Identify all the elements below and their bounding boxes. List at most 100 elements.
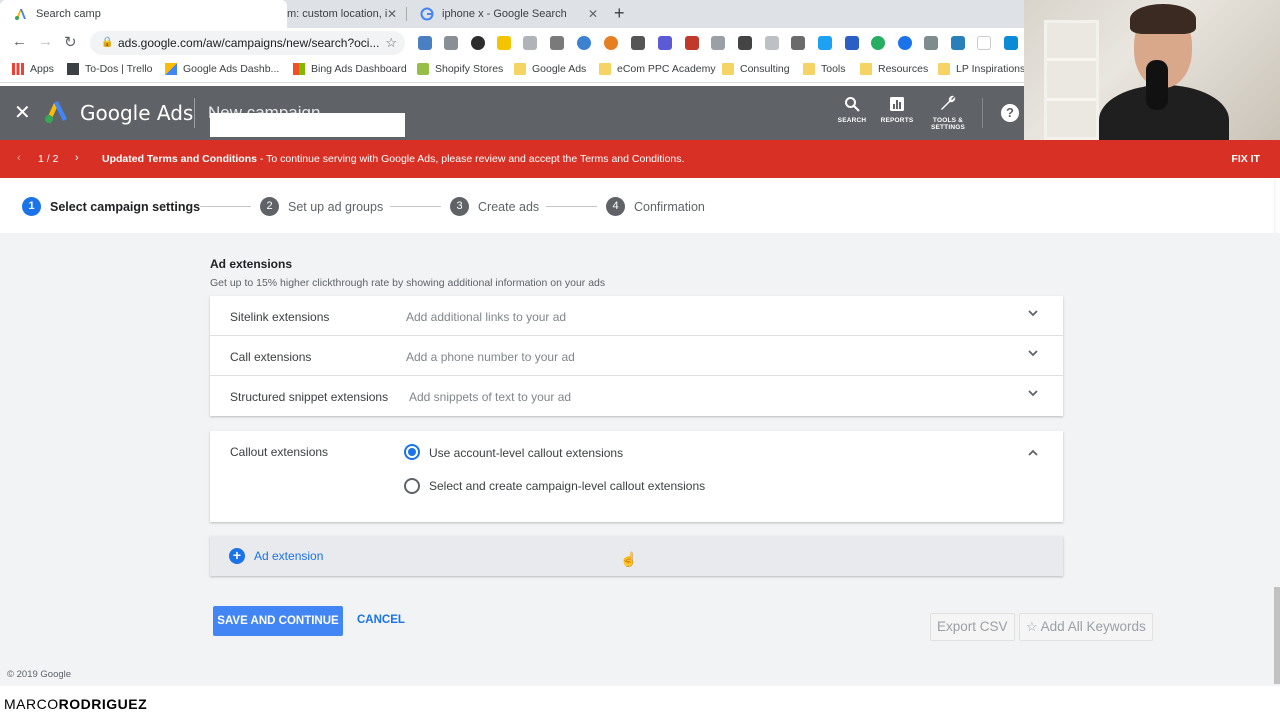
presenter-hair bbox=[1130, 4, 1196, 34]
extension-icon[interactable] bbox=[658, 36, 672, 50]
extension-icon[interactable] bbox=[444, 36, 458, 50]
save-and-continue-button[interactable]: SAVE AND CONTINUE bbox=[213, 606, 343, 636]
google-ads-favicon-icon bbox=[14, 7, 28, 21]
scrollbar-thumb[interactable] bbox=[1274, 587, 1280, 684]
close-icon[interactable]: ✕ bbox=[14, 100, 31, 125]
bookmark-star-icon[interactable]: ☆ bbox=[385, 31, 397, 55]
step-label: Set up ad groups bbox=[288, 199, 384, 214]
extension-icon[interactable] bbox=[951, 36, 965, 50]
bookmark-folder-google-ads[interactable]: Google Ads bbox=[514, 63, 586, 75]
fix-it-button[interactable]: FIX IT bbox=[1231, 153, 1260, 165]
sitelink-extensions-row[interactable]: Sitelink extensions Add additional links… bbox=[210, 296, 1063, 336]
extension-icon[interactable] bbox=[418, 36, 432, 50]
call-extensions-row[interactable]: Call extensions Add a phone number to yo… bbox=[210, 336, 1063, 376]
notice-count: 1 / 2 bbox=[38, 153, 59, 165]
step-create-ads[interactable]: 3 Create ads bbox=[450, 197, 539, 216]
reload-icon[interactable]: ↻ bbox=[64, 33, 77, 51]
bookmark-google-ads-dashboard[interactable]: Google Ads Dashb... bbox=[165, 63, 279, 75]
extension-icon[interactable] bbox=[523, 36, 537, 50]
extension-icon[interactable] bbox=[871, 36, 885, 50]
chevron-up-icon[interactable] bbox=[1027, 446, 1039, 464]
close-tab-icon[interactable]: ✕ bbox=[387, 7, 397, 21]
extension-icon[interactable] bbox=[845, 36, 859, 50]
extension-icon[interactable] bbox=[631, 36, 645, 50]
bookmark-trello[interactable]: To-Dos | Trello bbox=[67, 63, 153, 75]
step-connector bbox=[546, 206, 597, 207]
forward-arrow-icon[interactable]: → bbox=[38, 33, 53, 50]
step-select-campaign-settings[interactable]: 1 Select campaign settings bbox=[22, 197, 200, 216]
previous-notice-icon[interactable]: ‹ bbox=[17, 152, 21, 164]
bookmark-folder-consulting[interactable]: Consulting bbox=[722, 63, 790, 75]
help-icon[interactable]: ? bbox=[1001, 104, 1019, 122]
bookmark-folder-tools[interactable]: Tools bbox=[803, 63, 846, 75]
bookmark-folder-resources[interactable]: Resources bbox=[860, 63, 928, 75]
back-arrow-icon[interactable]: ← bbox=[12, 33, 27, 50]
browser-tab[interactable]: iphone x - Google Search ✕ bbox=[406, 0, 606, 28]
settings-label: SETTINGS bbox=[930, 124, 966, 131]
header-search-button[interactable]: SEARCH bbox=[827, 96, 877, 124]
wrench-icon bbox=[923, 94, 973, 117]
cancel-button[interactable]: CANCEL bbox=[357, 614, 405, 626]
browser-toolbar: ← → ↻ 🔒 ads.google.com/aw/campaigns/new/… bbox=[0, 28, 1024, 58]
browser-tab-active[interactable]: Search camp bbox=[0, 0, 287, 28]
extension-icon[interactable] bbox=[550, 36, 564, 50]
address-bar[interactable]: 🔒 ads.google.com/aw/campaigns/new/search… bbox=[90, 31, 405, 55]
chevron-down-icon[interactable] bbox=[1027, 386, 1039, 402]
chevron-down-icon[interactable] bbox=[1027, 306, 1039, 322]
step-number: 4 bbox=[606, 197, 625, 216]
browser-tab-strip: Search camp m: custom location, i ✕ ipho… bbox=[0, 0, 1024, 28]
campaign-level-radio[interactable] bbox=[404, 478, 420, 494]
bookmark-apps[interactable]: Apps bbox=[12, 63, 54, 75]
extension-icon[interactable] bbox=[604, 36, 618, 50]
step-connector bbox=[390, 206, 441, 207]
new-tab-icon[interactable]: + bbox=[614, 3, 625, 24]
chevron-down-icon[interactable] bbox=[1027, 346, 1039, 362]
extension-icon[interactable] bbox=[898, 36, 912, 50]
extension-icon[interactable] bbox=[765, 36, 779, 50]
account-level-radio[interactable] bbox=[404, 444, 420, 460]
extension-description: Add additional links to your ad bbox=[406, 310, 567, 324]
export-csv-button[interactable]: Export CSV bbox=[930, 613, 1015, 641]
background-shelf bbox=[1044, 20, 1099, 140]
extension-icon[interactable] bbox=[977, 36, 991, 50]
bookmark-bing-ads[interactable]: Bing Ads Dashboard bbox=[293, 63, 407, 75]
step-number: 2 bbox=[260, 197, 279, 216]
extension-icon[interactable] bbox=[738, 36, 752, 50]
bookmark-folder-lp[interactable]: LP Inspirations bbox=[938, 63, 1025, 75]
tab-title: m: custom location, i bbox=[287, 8, 388, 20]
account-level-option-label: Use account-level callout extensions bbox=[429, 446, 624, 460]
star-outline-icon: ☆ bbox=[1026, 619, 1038, 634]
extension-icon[interactable] bbox=[577, 36, 591, 50]
close-tab-icon[interactable]: ✕ bbox=[588, 7, 598, 21]
webcam-overlay bbox=[1024, 0, 1280, 143]
extension-name: Structured snippet extensions bbox=[230, 390, 389, 404]
bookmark-label: Shopify Stores bbox=[435, 63, 504, 75]
extension-icon[interactable] bbox=[791, 36, 805, 50]
ad-extensions-subtitle: Get up to 15% higher clickthrough rate b… bbox=[210, 277, 606, 289]
extension-icon[interactable] bbox=[1004, 36, 1018, 50]
step-set-up-ad-groups[interactable]: 2 Set up ad groups bbox=[260, 197, 383, 216]
terms-notification-bar: ‹ 1 / 2 › Updated Terms and Conditions -… bbox=[0, 140, 1280, 178]
add-all-keywords-button[interactable]: ☆ Add All Keywords bbox=[1019, 613, 1153, 641]
step-label: Create ads bbox=[478, 199, 540, 214]
extension-icon[interactable] bbox=[818, 36, 832, 50]
folder-icon bbox=[514, 63, 526, 75]
extension-icon[interactable] bbox=[924, 36, 938, 50]
header-tools-button[interactable]: TOOLS & SETTINGS bbox=[923, 94, 973, 131]
extension-icon[interactable] bbox=[497, 36, 511, 50]
extension-icon[interactable] bbox=[711, 36, 725, 50]
extension-icon[interactable] bbox=[471, 36, 485, 50]
microphone bbox=[1146, 60, 1168, 110]
structured-snippet-extensions-row[interactable]: Structured snippet extensions Add snippe… bbox=[210, 376, 1063, 416]
bookmark-folder-ecom[interactable]: eCom PPC Academy bbox=[599, 63, 716, 75]
header-reports-button[interactable]: REPORTS bbox=[872, 96, 922, 124]
browser-tab[interactable]: m: custom location, i ✕ bbox=[287, 0, 405, 28]
extension-icon[interactable] bbox=[685, 36, 699, 50]
bookmark-shopify[interactable]: Shopify Stores bbox=[417, 63, 503, 75]
next-notice-icon[interactable]: › bbox=[75, 152, 79, 164]
hand-cursor-icon: ☝ bbox=[620, 551, 638, 567]
watermark-first-name: MARCO bbox=[4, 696, 59, 712]
step-confirmation[interactable]: 4 Confirmation bbox=[606, 197, 705, 216]
bookmark-label: Google Ads Dashb... bbox=[183, 63, 280, 75]
tab-title: iphone x - Google Search bbox=[442, 8, 567, 20]
